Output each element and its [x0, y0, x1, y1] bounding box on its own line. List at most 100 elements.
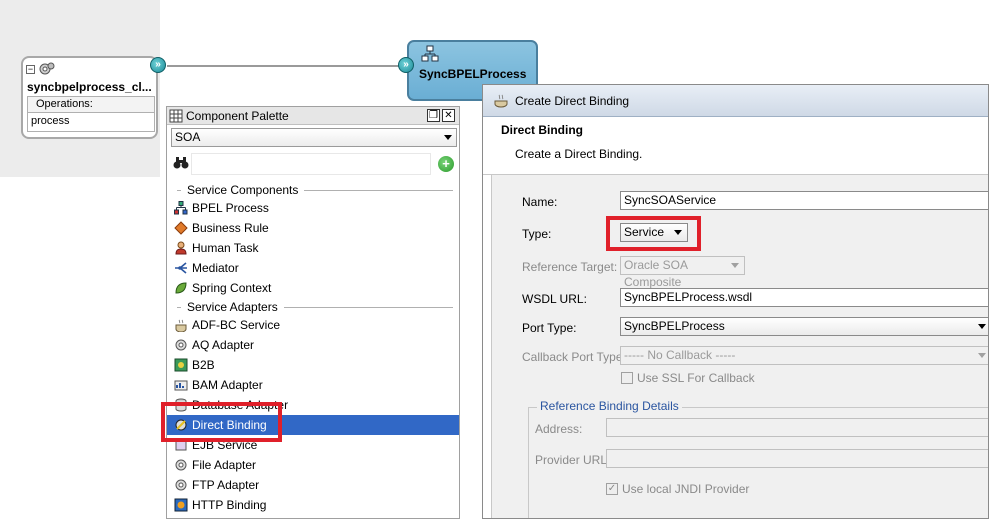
close-icon[interactable]: ✕	[442, 109, 455, 122]
dialog-header: Direct Binding Create a Direct Binding.	[483, 117, 988, 175]
palette-item-ftp-adapter[interactable]: FTP Adapter	[167, 475, 459, 495]
palette-item-label: ADF-BC Service	[192, 318, 281, 332]
palette-item-label: File Adapter	[192, 458, 257, 472]
composite-service-component[interactable]: − syncbpelprocess_cl... Operations: proc…	[21, 56, 158, 139]
component-header: −	[26, 61, 56, 77]
operation-item[interactable]: process	[28, 113, 154, 130]
composite-canvas: − syncbpelprocess_cl... Operations: proc…	[0, 0, 989, 519]
name-input[interactable]: SyncSOAService	[620, 191, 988, 210]
palette-category-select[interactable]: SOA	[171, 128, 457, 147]
restore-icon[interactable]: ❐	[427, 109, 440, 122]
add-icon[interactable]: +	[438, 156, 454, 172]
file-adapter-icon	[173, 457, 189, 473]
adf-bc-icon	[173, 317, 189, 333]
provider-url-input[interactable]	[606, 449, 988, 468]
collapse-icon[interactable]: −	[26, 64, 35, 74]
palette-item-label: Human Task	[192, 241, 259, 255]
palette-item-label: Business Rule	[192, 221, 269, 235]
palette-item-bpel-process[interactable]: BPEL Process	[167, 198, 459, 218]
chevron-down-icon	[978, 353, 986, 358]
palette-item-mediator[interactable]: Mediator	[167, 258, 459, 278]
palette-item-label: Mediator	[192, 261, 239, 275]
section-label: Service Components	[187, 183, 299, 197]
palette-item-file-adapter[interactable]: File Adapter	[167, 455, 459, 475]
chevron-down-icon	[444, 135, 452, 140]
binoculars-icon[interactable]	[173, 156, 189, 170]
callback-port-select[interactable]: ----- No Callback -----	[620, 346, 988, 365]
highlight-direct-binding	[161, 402, 282, 442]
palette-item-human-task[interactable]: Human Task	[167, 238, 459, 258]
dialog-icon	[494, 94, 508, 107]
palette-item-label: HTTP Binding	[192, 498, 267, 512]
address-input[interactable]	[606, 418, 988, 437]
palette-item-adf-bc-service[interactable]: ADF-BC Service	[167, 315, 459, 335]
wsdl-url-input[interactable]: SyncBPELProcess.wsdl	[620, 288, 988, 307]
ftp-adapter-icon	[173, 477, 189, 493]
palette-search-input[interactable]	[191, 153, 431, 175]
operations-header: Operations:	[28, 97, 154, 113]
reference-target-label: Reference Target:	[522, 260, 618, 274]
bpel-process-icon	[173, 200, 189, 216]
section-label: Service Adapters	[187, 300, 278, 314]
palette-titlebar: Component Palette ❐ ✕	[167, 107, 459, 125]
palette-icon	[169, 109, 183, 122]
palette-search-row: +	[171, 153, 457, 175]
aq-adapter-icon	[173, 337, 189, 353]
port-type-label: Port Type:	[522, 321, 577, 335]
use-ssl-label: Use SSL For Callback	[637, 371, 755, 385]
dialog-header-title: Direct Binding	[501, 123, 584, 137]
palette-item-aq-adapter[interactable]: AQ Adapter	[167, 335, 459, 355]
section-service-components: Service Components	[173, 183, 457, 197]
b2b-icon	[173, 357, 189, 373]
bam-adapter-icon	[173, 377, 189, 393]
operations-box: Operations: process	[27, 96, 155, 132]
address-label: Address:	[535, 422, 583, 436]
spring-context-icon	[173, 280, 189, 296]
dialog-title: Create Direct Binding	[515, 93, 630, 108]
wsdl-url-label: WSDL URL:	[522, 292, 587, 306]
palette-item-b2b[interactable]: B2B	[167, 355, 459, 375]
create-direct-binding-dialog: Create Direct Binding Direct Binding Cre…	[482, 84, 989, 519]
chevron-down-icon	[978, 324, 986, 329]
dialog-titlebar: Create Direct Binding	[483, 85, 988, 117]
http-binding-icon	[173, 497, 189, 513]
bpel-port-icon[interactable]: »	[398, 57, 414, 73]
provider-url-label: Provider URL:	[535, 453, 611, 467]
reference-target-value: Oracle SOA Composite	[624, 258, 688, 289]
bpel-title: SyncBPELProcess	[419, 67, 527, 81]
palette-title: Component Palette	[186, 108, 289, 123]
use-local-jndi-checkbox[interactable]: ✓	[606, 483, 618, 495]
palette-item-business-rule[interactable]: Business Rule	[167, 218, 459, 238]
palette-item-label: Spring Context	[192, 281, 272, 295]
chevron-down-icon	[731, 263, 739, 268]
dialog-body: Name: SyncSOAService Type: Service Refer…	[491, 175, 988, 518]
palette-category-value: SOA	[175, 130, 201, 144]
palette-item-label: BAM Adapter	[192, 378, 263, 392]
component-palette: Component Palette ❐ ✕ SOA + Service Comp…	[166, 106, 460, 519]
port-type-value: SyncBPELProcess	[624, 319, 725, 333]
gear-icon	[39, 62, 55, 75]
mediator-icon	[173, 260, 189, 276]
name-label: Name:	[522, 195, 558, 209]
callback-port-value: ----- No Callback -----	[624, 348, 736, 362]
wire-connector	[167, 65, 399, 67]
port-type-select[interactable]: SyncBPELProcess	[620, 317, 988, 336]
use-local-jndi-label: Use local JNDI Provider	[622, 482, 750, 496]
reference-target-select[interactable]: Oracle SOA Composite	[620, 256, 745, 289]
palette-item-http-binding[interactable]: HTTP Binding	[167, 495, 459, 515]
reference-binding-group: Reference Binding Details Address: Provi…	[528, 399, 988, 518]
palette-item-label: FTP Adapter	[192, 478, 260, 492]
highlight-type-select	[606, 216, 701, 251]
service-port-icon[interactable]: »	[150, 57, 166, 73]
use-ssl-checkbox[interactable]	[621, 372, 633, 384]
dialog-header-desc: Create a Direct Binding.	[515, 147, 643, 161]
palette-item-label: B2B	[192, 358, 215, 372]
palette-item-bam-adapter[interactable]: BAM Adapter	[167, 375, 459, 395]
bpel-process-icon	[421, 45, 439, 62]
type-label: Type:	[522, 227, 552, 241]
component-title: syncbpelprocess_cl...	[27, 80, 152, 94]
palette-item-spring-context[interactable]: Spring Context	[167, 278, 459, 298]
business-rule-icon	[173, 220, 189, 236]
palette-item-label: BPEL Process	[192, 201, 269, 215]
section-service-adapters: Service Adapters	[173, 300, 457, 314]
